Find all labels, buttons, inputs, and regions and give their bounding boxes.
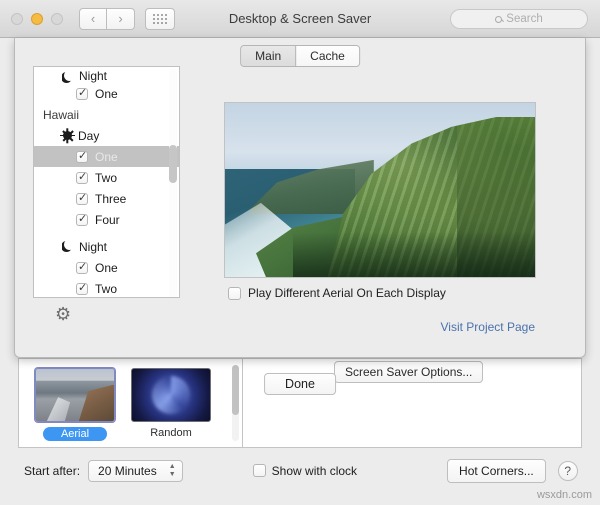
screensaver-chooser: Aerial Random Screen Saver Options...: [18, 358, 582, 448]
moon-icon: [62, 72, 73, 83]
sheet-tab-bar: Main Cache: [240, 45, 360, 67]
list-group-night-top[interactable]: Night: [34, 67, 179, 83]
screensaver-thumb-random[interactable]: Random: [131, 368, 211, 439]
zoom-button[interactable]: [51, 12, 63, 25]
list-subheader-label: Day: [78, 128, 100, 143]
aerial-thumbnail-image: [35, 368, 115, 422]
random-thumbnail-image: [131, 368, 211, 422]
list-item[interactable]: Three: [34, 188, 179, 209]
minimize-button[interactable]: [31, 12, 43, 25]
help-button[interactable]: ?: [557, 460, 578, 481]
list-subheader-day[interactable]: Day: [34, 125, 179, 146]
list-item-label: One: [95, 86, 118, 101]
list-item[interactable]: Two: [34, 167, 179, 188]
list-item-checkbox[interactable]: [76, 170, 88, 184]
preferences-body: Aerial Random Screen Saver Options... St…: [0, 38, 600, 505]
list-item-checkbox[interactable]: [76, 260, 88, 274]
traffic-lights: [11, 12, 63, 25]
screensaver-options-pane: Screen Saver Options...: [242, 358, 582, 448]
done-button[interactable]: Done: [264, 373, 336, 395]
list-item[interactable]: One: [34, 83, 179, 104]
sun-icon: [60, 129, 75, 142]
bottom-controls: Start after: 20 Minutes ▲ ▼ Show with clo…: [0, 448, 600, 493]
list-item[interactable]: Four: [34, 209, 179, 230]
screensaver-thumb-aerial[interactable]: Aerial: [35, 368, 115, 441]
list-group-hawaii: Hawaii: [34, 104, 179, 125]
list-item-label: Two: [95, 170, 118, 185]
list-item-label: Three: [95, 191, 127, 206]
start-after-label: Start after:: [24, 463, 81, 478]
hot-corners-button[interactable]: Hot Corners...: [447, 458, 546, 483]
show-clock-checkbox-box[interactable]: [252, 464, 266, 477]
screen-saver-options-button[interactable]: Screen Saver Options...: [334, 361, 484, 383]
play-different-aerial-checkbox[interactable]: Play Different Aerial On Each Display: [228, 286, 446, 300]
screensaver-options-sheet: Main Cache Night One Hawaii Day One: [14, 38, 586, 395]
list-item-checkbox[interactable]: [76, 212, 88, 226]
show-with-clock-checkbox[interactable]: Show with clock: [252, 463, 358, 478]
start-after-dropdown[interactable]: 20 Minutes ▲ ▼: [88, 459, 183, 482]
list-item-label: Four: [95, 212, 120, 227]
visit-project-page-link[interactable]: Visit Project Page: [441, 320, 536, 334]
gear-icon[interactable]: ⚙: [55, 305, 73, 323]
aerial-video-list[interactable]: Night One Hawaii Day One Two: [33, 66, 180, 298]
random-thumbnail-label: Random: [150, 427, 192, 439]
list-item-label: One: [95, 260, 118, 275]
list-item-checkbox[interactable]: [76, 86, 88, 100]
list-item[interactable]: Two: [34, 278, 179, 297]
list-subheader-label: Night: [79, 69, 108, 83]
moon-icon: [62, 241, 73, 252]
tab-cache[interactable]: Cache: [295, 46, 359, 66]
aerial-preview-image: [224, 102, 536, 278]
back-button[interactable]: ‹: [79, 7, 107, 30]
play-different-checkbox-box[interactable]: [228, 286, 241, 300]
grid-icon: [153, 13, 167, 24]
preview-shadow: [293, 231, 535, 277]
list-item-label: One: [95, 149, 118, 164]
tab-main[interactable]: Main: [241, 46, 296, 66]
aerial-thumbnail-label: Aerial: [43, 427, 107, 441]
list-item[interactable]: One: [34, 257, 179, 278]
list-scrollbar[interactable]: [169, 69, 177, 297]
list-item-checkbox[interactable]: [76, 149, 88, 163]
list-item-checkbox[interactable]: [76, 191, 88, 205]
window-titlebar: ‹ › Desktop & Screen Saver Search: [0, 0, 600, 38]
play-different-aerial-label: Play Different Aerial On Each Display: [248, 286, 446, 300]
screensaver-thumbnail-list[interactable]: Aerial Random: [18, 358, 242, 448]
list-item[interactable]: One: [34, 146, 179, 167]
list-subheader-night[interactable]: Night: [34, 236, 179, 257]
search-icon: [495, 15, 503, 23]
search-placeholder: Search: [506, 13, 543, 25]
show-with-clock-label: Show with clock: [271, 463, 358, 478]
thumbnail-scrollbar[interactable]: [232, 365, 239, 441]
navigation-buttons: ‹ ›: [79, 7, 135, 30]
list-item-checkbox[interactable]: [76, 281, 88, 295]
chevron-updown-icon: ▲ ▼: [168, 462, 176, 478]
list-group-label: Hawaii: [43, 107, 80, 122]
start-after-value: 20 Minutes: [98, 463, 157, 478]
watermark: wsxdn.com: [536, 489, 592, 501]
search-input[interactable]: Search: [450, 9, 588, 29]
show-all-button[interactable]: [145, 7, 175, 30]
forward-button[interactable]: ›: [107, 7, 135, 30]
list-subheader-label: Night: [79, 239, 108, 254]
close-button[interactable]: [11, 12, 23, 25]
list-item-label: Two: [95, 281, 118, 296]
